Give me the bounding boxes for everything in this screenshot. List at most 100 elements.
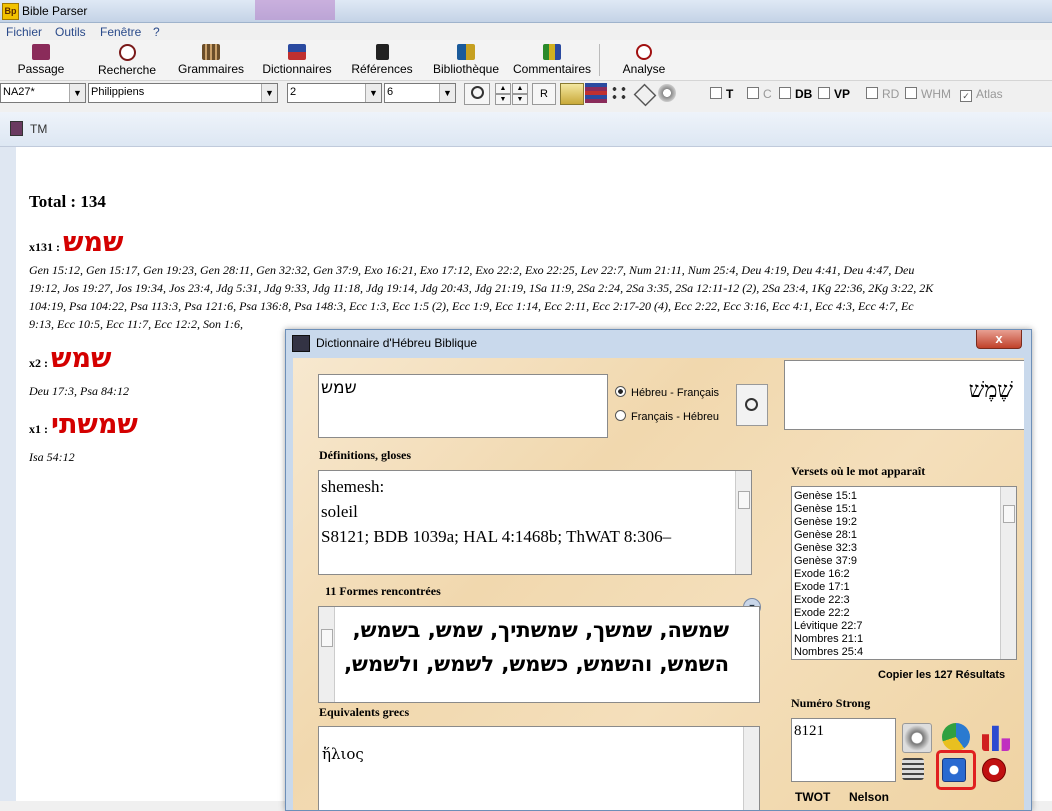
strong-number-input[interactable]: 8121 (791, 718, 896, 782)
reference-line[interactable]: Gen 15:12, Gen 15:17, Gen 19:23, Gen 28:… (29, 262, 914, 280)
chevron-down-icon[interactable]: ▼ (439, 84, 455, 102)
verse-item[interactable]: Genèse 28:1 (794, 529, 863, 542)
reference-line[interactable]: 104:19, Psa 104:22, Psa 113:3, Psa 121:6… (29, 298, 914, 316)
toolbar-commentaires-button[interactable]: Commentaires (510, 42, 594, 78)
verse-item[interactable]: Genèse 15:1 (794, 503, 863, 516)
text-list-icon[interactable] (560, 83, 584, 105)
definitions-scrollbar[interactable] (735, 471, 751, 574)
down-arrow-button[interactable]: ▼ (495, 94, 511, 105)
reference-line[interactable]: Isa 54:12 (29, 449, 75, 467)
menu-fenetre[interactable]: Fenêtre (100, 25, 141, 39)
reference-line[interactable]: Deu 17:3, Psa 84:12 (29, 383, 129, 401)
copy-results-link[interactable]: Copier les 127 Résultats (878, 669, 1005, 681)
pie-chart-icon[interactable] (942, 723, 970, 751)
verses-listbox[interactable]: Genèse 15:1 Genèse 15:1 Genèse 19:2 Genè… (791, 486, 1017, 660)
chapter-select[interactable]: 2 ▼ (287, 83, 382, 103)
window-icon (10, 121, 23, 136)
checkbox-box[interactable] (710, 87, 722, 99)
checkbox-rd[interactable]: RD (866, 87, 899, 101)
menu-outils[interactable]: Outils (55, 25, 86, 39)
tree-diagram-icon[interactable] (610, 85, 628, 101)
strong-number-value: 8121 (794, 723, 824, 739)
version-select[interactable]: NA27* ▼ (0, 83, 86, 103)
analysis-icon (636, 44, 652, 60)
calculator-icon[interactable] (902, 758, 924, 780)
menu-fichier[interactable]: Fichier (6, 25, 42, 39)
down-arrow-button-2[interactable]: ▼ (512, 94, 528, 105)
dictionary-search-input[interactable]: שמש (318, 374, 608, 438)
toolbar-passage-button[interactable]: Passage (10, 42, 72, 78)
occurrence-count: x131 : (29, 240, 60, 254)
checkbox-box[interactable] (866, 87, 878, 99)
radio-dot-icon[interactable] (615, 386, 626, 397)
checkbox-label: WHM (921, 87, 951, 101)
toolbar-grammaires-button[interactable]: Grammaires (174, 42, 248, 78)
definitions-box[interactable]: shemesh: soleil S8121; BDB 1039a; HAL 4:… (318, 470, 752, 575)
checkbox-whm[interactable]: WHM (905, 87, 951, 101)
verse-item[interactable]: Genèse 32:3 (794, 542, 863, 555)
books-stack-icon[interactable] (585, 83, 607, 103)
reference-line[interactable]: 9:13, Ecc 10:5, Ecc 11:7, Ecc 12:2, Son … (29, 316, 243, 334)
forms-scrollbar[interactable] (319, 607, 335, 702)
w-logo-icon[interactable] (982, 758, 1006, 782)
checkbox-box[interactable] (747, 87, 759, 99)
verse-item[interactable]: Genèse 19:2 (794, 516, 863, 529)
verse-item[interactable]: Genèse 37:9 (794, 555, 863, 568)
verse-item[interactable]: Exode 22:3 (794, 594, 863, 607)
greek-equivalents-box[interactable]: ἥλιος (318, 726, 760, 810)
radio-hebreu-francais[interactable]: Hébreu - Français (615, 386, 719, 399)
reference-line[interactable]: 19:12, Jos 19:27, Jos 19:34, Jos 23:4, J… (29, 280, 933, 298)
chevron-down-icon[interactable]: ▼ (69, 84, 85, 102)
radio-dot-icon[interactable] (615, 410, 626, 421)
bar-chart-icon[interactable] (982, 725, 1010, 751)
checkbox-atlas[interactable]: ✓ Atlas (960, 87, 1003, 102)
scrollbar-thumb[interactable] (321, 629, 333, 647)
dialog-body: שמש Hébreu - Français Français - Hébreu … (293, 358, 1024, 810)
chevron-down-icon[interactable]: ▼ (261, 84, 277, 102)
checkbox-db[interactable]: DB (779, 87, 812, 101)
radio-francais-hebreu[interactable]: Français - Hébreu (615, 410, 719, 423)
verse-item[interactable]: Exode 17:1 (794, 581, 863, 594)
verse-item[interactable]: Exode 16:2 (794, 568, 863, 581)
search-passage-button[interactable] (464, 83, 490, 105)
dictionary-search-button[interactable] (736, 384, 768, 426)
magnifier-icon (470, 86, 484, 99)
verse-item[interactable]: Exode 22:2 (794, 607, 863, 620)
verse-select[interactable]: 6 ▼ (384, 83, 456, 103)
tools-icon[interactable] (633, 83, 657, 107)
verse-item[interactable]: Lévitique 22:7 (794, 620, 863, 633)
verse-item[interactable]: Nombres 21:1 (794, 633, 863, 646)
toolbar-references-button[interactable]: Références (348, 42, 416, 78)
scrollbar-thumb[interactable] (1003, 505, 1015, 523)
chevron-down-icon[interactable]: ▼ (365, 84, 381, 102)
checkbox-box[interactable] (818, 87, 830, 99)
toolbar-dictionnaires-button[interactable]: Dictionnaires (258, 42, 336, 78)
checkbox-c[interactable]: C (747, 87, 772, 101)
checkbox-t[interactable]: T (710, 87, 733, 101)
greek-scrollbar[interactable] (743, 727, 759, 810)
verses-list: Genèse 15:1 Genèse 15:1 Genèse 19:2 Genè… (794, 490, 863, 659)
result-group: x1 : שמשתי (29, 409, 138, 440)
book-select[interactable]: Philippiens ▼ (88, 83, 278, 103)
verses-scrollbar[interactable] (1000, 487, 1016, 659)
checkbox-box[interactable] (905, 87, 917, 99)
forms-box[interactable]: שמשה, שמשך, שמשתיך, שמש, בשמש, השמש, והש… (318, 606, 760, 703)
menu-help[interactable]: ? (153, 25, 160, 39)
greek-equivalents-label: Equivalents grecs (319, 705, 410, 719)
checkbox-box[interactable] (779, 87, 791, 99)
close-button[interactable]: x (976, 330, 1022, 349)
checkbox-label: C (763, 87, 772, 101)
verse-item[interactable]: Nombres 25:4 (794, 646, 863, 659)
checkbox-vp[interactable]: VP (818, 87, 850, 101)
speaker-icon[interactable] (658, 84, 676, 102)
speaker-icon[interactable] (902, 723, 932, 753)
toolbar-analyse-button[interactable]: Analyse (614, 42, 674, 78)
up-arrow-button-2[interactable]: ▲ (512, 83, 528, 94)
up-arrow-button[interactable]: ▲ (495, 83, 511, 94)
scrollbar-thumb[interactable] (738, 491, 750, 509)
r-button[interactable]: R (532, 83, 556, 105)
toolbar-bibliotheque-button[interactable]: Bibliothèque (428, 42, 504, 78)
verse-item[interactable]: Genèse 15:1 (794, 490, 863, 503)
checkbox-box[interactable]: ✓ (960, 90, 972, 102)
toolbar-recherche-button[interactable]: Recherche (92, 42, 162, 78)
